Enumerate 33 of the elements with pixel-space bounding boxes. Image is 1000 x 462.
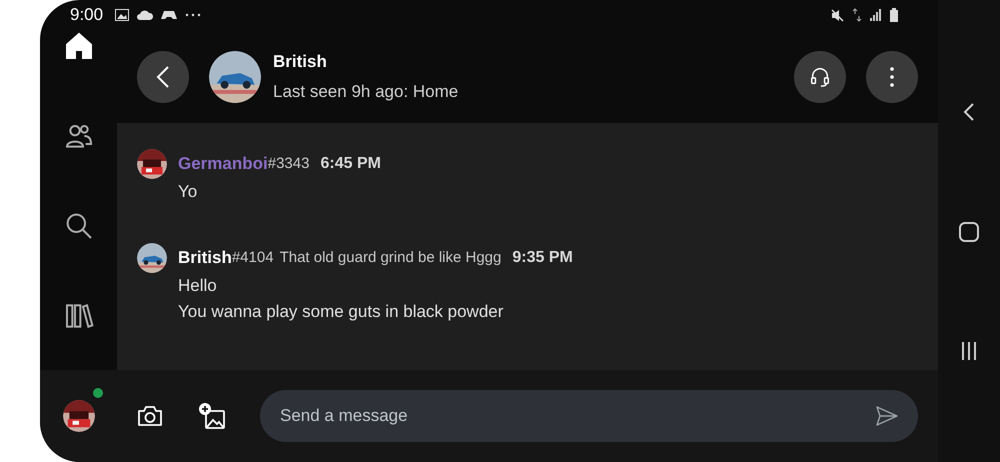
headset-button[interactable]: [794, 50, 846, 102]
message-input[interactable]: Send a message: [260, 390, 918, 442]
last-seen-text: Last seen 9h ago: Home: [273, 80, 458, 102]
status-text: That old guard grind be like Hggg: [280, 248, 502, 268]
back-button[interactable]: [137, 50, 189, 102]
mute-icon: [831, 8, 844, 22]
battery-icon: [890, 8, 898, 22]
image-icon: [115, 9, 130, 21]
headset-icon: [809, 66, 831, 88]
cloud-icon: [137, 10, 154, 20]
message-text: You wanna play some guts in black powder: [178, 301, 504, 323]
chevron-left-icon[interactable]: [963, 102, 975, 122]
message-time: 6:45 PM: [320, 154, 381, 174]
user-tag: #4104: [232, 246, 274, 270]
camera-icon[interactable]: [137, 404, 163, 428]
chevron-left-icon: [156, 64, 170, 88]
data-icon: [852, 8, 862, 22]
signal-icon: [870, 9, 882, 21]
add-image-icon[interactable]: [198, 402, 226, 430]
send-icon[interactable]: [876, 406, 898, 426]
more-icon: [185, 13, 202, 17]
status-time: 9:00: [70, 4, 104, 26]
message-text: Yo: [178, 181, 198, 203]
home-square-icon[interactable]: [959, 222, 979, 242]
recent-apps-icon[interactable]: [960, 342, 978, 360]
message-time: 9:35 PM: [512, 248, 573, 268]
author-name: British: [178, 247, 232, 270]
author-name: Germanboi: [178, 153, 268, 176]
gamepad-icon: [161, 9, 178, 21]
more-vertical-icon: [890, 66, 894, 86]
user-tag: #3343: [268, 152, 310, 176]
contact-name: British: [273, 51, 328, 73]
message-text: Hello: [178, 275, 218, 297]
